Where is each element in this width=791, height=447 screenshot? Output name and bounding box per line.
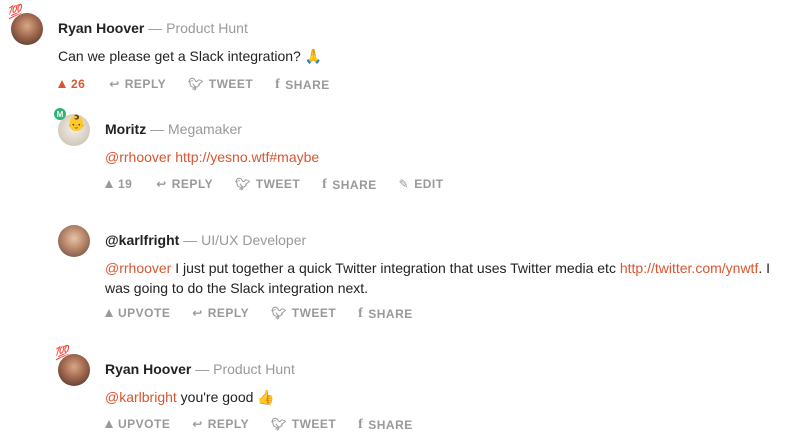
url-link[interactable]: http://twitter.com/ynwtf: [620, 260, 759, 276]
facebook-f-icon: f: [358, 306, 364, 321]
upvote-button[interactable]: UPVOTE: [105, 306, 170, 320]
comment-header: Moritz — Megamaker: [105, 121, 242, 137]
share-label: SHARE: [368, 418, 413, 432]
separator: —: [148, 20, 163, 36]
comment-text: you're good: [176, 389, 254, 405]
pray-emoji-icon: 🙏: [304, 48, 323, 64]
facebook-f-icon: f: [358, 417, 364, 432]
author-role: UI/UX Developer: [201, 232, 307, 248]
reply-label: REPLY: [207, 417, 250, 431]
upvote-button[interactable]: UPVOTE: [105, 417, 170, 431]
tweet-button[interactable]: 🐦︎ TWEET: [235, 177, 300, 191]
avatar[interactable]: M 👶: [54, 108, 90, 146]
comment-actions: UPVOTE ↩ REPLY 🐦︎ TWEET f SHARE: [105, 417, 431, 433]
share-label: SHARE: [368, 307, 413, 321]
reply-label: REPLY: [124, 77, 167, 91]
upvote-count: 26: [71, 77, 86, 91]
comment-actions: UPVOTE ↩ REPLY 🐦︎ TWEET f SHARE: [105, 306, 431, 322]
tweet-label: TWEET: [291, 306, 337, 320]
reply-arrow-icon: ↩: [109, 77, 120, 91]
reply-arrow-icon: ↩: [192, 417, 203, 431]
comment-body: @rrhoover http://yesno.wtf#maybe: [105, 147, 765, 167]
face-icon: 👶: [67, 115, 86, 132]
upvote-label: UPVOTE: [118, 306, 171, 320]
reply-button[interactable]: ↩ REPLY: [192, 306, 249, 320]
reply-button[interactable]: ↩ REPLY: [109, 77, 166, 91]
edit-label: EDIT: [414, 177, 444, 191]
separator: —: [150, 121, 165, 137]
comment-header: Ryan Hoover — Product Hunt: [105, 361, 295, 377]
comment-header: Ryan Hoover — Product Hunt: [58, 20, 248, 36]
comment-text: I just put together a quick Twitter inte…: [171, 260, 620, 276]
pencil-icon: ✎: [398, 177, 410, 191]
share-button[interactable]: f SHARE: [275, 77, 330, 93]
thumbs-up-emoji-icon: 👍: [257, 389, 275, 405]
comment-text: Can we please get a Slack integration?: [58, 48, 301, 64]
reply-arrow-icon: ↩: [192, 306, 203, 320]
author-role: Product Hunt: [213, 361, 295, 377]
facebook-f-icon: f: [275, 77, 281, 92]
comment-actions: 19 ↩ REPLY 🐦︎ TWEET f SHARE ✎ EDIT: [105, 177, 462, 193]
share-label: SHARE: [285, 78, 330, 92]
reply-button[interactable]: ↩ REPLY: [192, 417, 249, 431]
upvote-label: UPVOTE: [118, 417, 171, 431]
comment-header: @karlfright — UI/UX Developer: [105, 232, 306, 248]
upvote-button[interactable]: 19: [105, 177, 132, 191]
tweet-button[interactable]: 🐦︎ TWEET: [188, 77, 253, 91]
share-button[interactable]: f SHARE: [322, 177, 377, 193]
author-role: Product Hunt: [166, 20, 248, 36]
comment-body: @karlbright you're good 👍: [105, 387, 765, 407]
share-button[interactable]: f SHARE: [358, 306, 413, 322]
hundred-badge-icon: 💯: [5, 3, 23, 21]
reply-label: REPLY: [207, 306, 250, 320]
author-role: Megamaker: [168, 121, 242, 137]
tweet-label: TWEET: [291, 417, 337, 431]
maker-badge-icon: M: [54, 108, 66, 120]
author-name[interactable]: Ryan Hoover: [58, 20, 144, 36]
twitter-bird-icon: 🐦︎: [235, 177, 251, 191]
comment-body: @rrhoover I just put together a quick Tw…: [105, 258, 775, 298]
mention-link[interactable]: @rrhoover: [105, 260, 171, 276]
tweet-button[interactable]: 🐦︎ TWEET: [271, 417, 336, 431]
avatar[interactable]: 💯: [53, 345, 90, 386]
reply-arrow-icon: ↩: [156, 177, 167, 191]
twitter-bird-icon: 🐦︎: [271, 306, 287, 320]
twitter-bird-icon: 🐦︎: [188, 77, 204, 91]
mention-link[interactable]: @rrhoover: [105, 149, 171, 165]
author-name[interactable]: Moritz: [105, 121, 146, 137]
upvote-triangle-icon: [105, 420, 113, 428]
reply-button[interactable]: ↩ REPLY: [156, 177, 213, 191]
upvote-triangle-icon: [105, 309, 113, 317]
separator: —: [183, 232, 198, 248]
upvote-triangle-icon: [105, 180, 113, 188]
edit-button[interactable]: ✎ EDIT: [399, 177, 444, 191]
author-name[interactable]: @karlfright: [105, 232, 179, 248]
comment-actions: 26 ↩ REPLY 🐦︎ TWEET f SHARE: [58, 77, 348, 93]
avatar[interactable]: [58, 225, 90, 257]
tweet-button[interactable]: 🐦︎ TWEET: [271, 306, 336, 320]
author-name[interactable]: Ryan Hoover: [105, 361, 191, 377]
upvote-button[interactable]: 26: [58, 77, 85, 91]
share-label: SHARE: [332, 178, 377, 192]
reply-label: REPLY: [171, 177, 214, 191]
comment-body: Can we please get a Slack integration? 🙏: [58, 46, 758, 66]
upvote-count: 19: [118, 177, 133, 191]
tweet-label: TWEET: [208, 77, 254, 91]
upvote-triangle-icon: [58, 80, 66, 88]
share-button[interactable]: f SHARE: [358, 417, 413, 433]
url-link[interactable]: http://yesno.wtf#maybe: [175, 149, 319, 165]
separator: —: [195, 361, 210, 377]
tweet-label: TWEET: [255, 177, 301, 191]
hundred-badge-icon: 💯: [52, 344, 70, 362]
mention-link[interactable]: @karlbright: [105, 389, 177, 405]
twitter-bird-icon: 🐦︎: [271, 417, 287, 431]
avatar[interactable]: 💯: [6, 4, 43, 45]
facebook-f-icon: f: [322, 177, 328, 192]
